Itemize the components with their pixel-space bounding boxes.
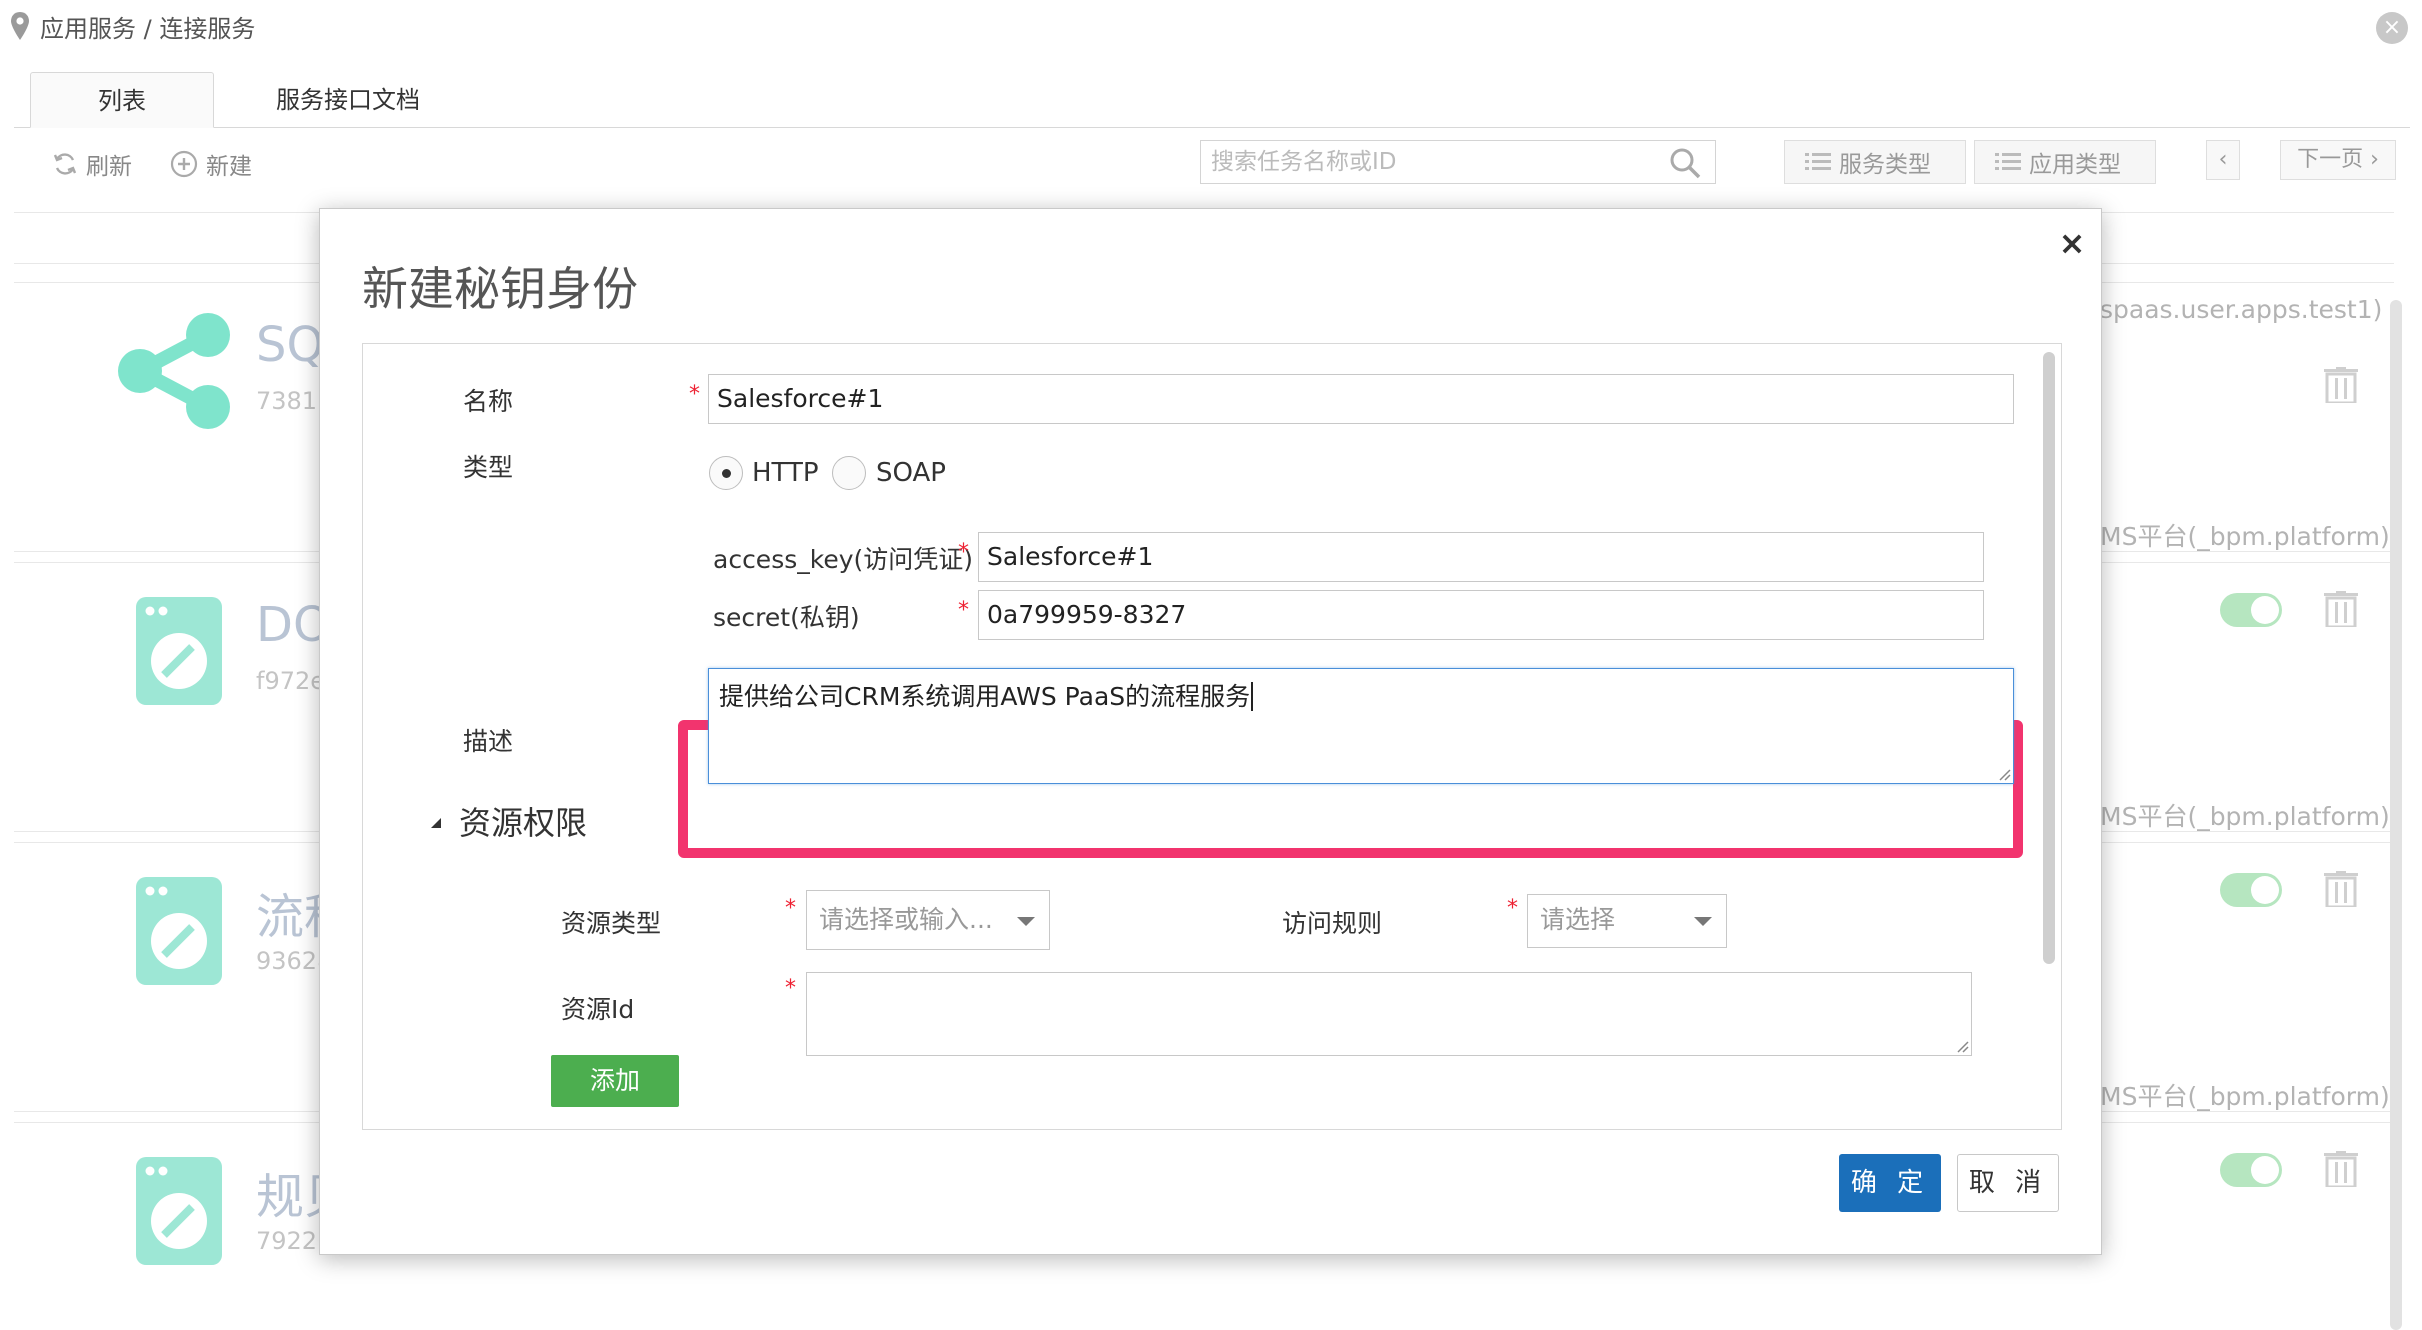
radio-soap-label: SOAP — [876, 458, 946, 488]
resource-type-label: 资源类型 — [561, 909, 662, 938]
pager: ‹ 下一页 › — [2206, 140, 2396, 180]
row-app-name: MS平台(_bpm.platform) — [2100, 1082, 2390, 1111]
required-mark: * — [785, 976, 796, 1001]
add-circle-icon — [170, 150, 198, 178]
new-button[interactable]: 新建 — [170, 146, 252, 182]
enable-toggle[interactable] — [2220, 873, 2282, 907]
prev-page-button[interactable]: ‹ — [2206, 140, 2240, 180]
secret-label: secret(私钥) — [713, 603, 860, 632]
row-app-name: spaas.user.apps.test1) — [2100, 295, 2383, 324]
location-pin-icon — [11, 12, 29, 40]
type-label: 类型 — [463, 453, 514, 482]
secret-input[interactable]: 0a799959-8327 — [978, 590, 1984, 640]
chevron-down-icon — [1694, 917, 1712, 926]
row-id: f972e — [256, 667, 326, 695]
breadcrumb: 应用服务 / 连接服务 — [10, 8, 255, 44]
tab-service-docs[interactable]: 服务接口文档 — [248, 72, 448, 128]
breadcrumb-text: 应用服务 / 连接服务 — [40, 14, 256, 43]
name-input[interactable]: Salesforce#1 — [708, 374, 2014, 424]
description-label: 描述 — [463, 727, 514, 756]
refresh-label: 刷新 — [86, 154, 132, 180]
access-key-input[interactable]: Salesforce#1 — [978, 532, 1984, 582]
dialog-scrollbar[interactable] — [2043, 352, 2055, 964]
refresh-icon — [53, 153, 77, 175]
next-page-label: 下一页 — [2297, 147, 2364, 172]
access-rule-label: 访问规则 — [1282, 909, 1383, 938]
chevron-down-icon — [1017, 917, 1035, 926]
pager-spacer — [2240, 140, 2280, 180]
new-label: 新建 — [206, 154, 252, 180]
resource-type-placeholder: 请选择或输入... — [819, 905, 993, 934]
page-scrollbar[interactable] — [2390, 300, 2402, 1330]
search-input[interactable]: 搜索任务名称或ID — [1200, 140, 1716, 184]
app-type-label: 应用类型 — [2029, 152, 2121, 178]
cancel-button[interactable]: 取 消 — [1957, 1154, 2059, 1212]
search-icon[interactable] — [1668, 146, 1702, 180]
access-rule-placeholder: 请选择 — [1540, 905, 1616, 934]
required-mark: * — [958, 598, 969, 623]
share-icon — [118, 313, 230, 429]
dialog-title: 新建秘钥身份 — [362, 262, 638, 316]
resource-permissions-title: 资源权限 — [459, 804, 588, 842]
resource-id-label: 资源Id — [561, 995, 635, 1024]
list-icon — [1995, 153, 2021, 170]
description-text: 提供给公司CRM系统调用AWS PaaS的流程服务 — [719, 682, 1251, 711]
resource-type-select[interactable]: 请选择或输入... — [806, 890, 1050, 950]
trash-icon[interactable] — [2324, 1151, 2358, 1187]
add-resource-button[interactable]: 添加 — [551, 1055, 679, 1107]
close-icon[interactable]: × — [2054, 225, 2090, 261]
radio-http-label: HTTP — [752, 458, 819, 488]
required-mark: * — [1507, 896, 1518, 921]
row-app-name: MS平台(_bpm.platform) — [2100, 522, 2390, 551]
collapse-triangle-icon[interactable] — [429, 816, 443, 830]
trash-icon[interactable] — [2324, 367, 2358, 403]
app-icon — [136, 1157, 222, 1265]
row-title: SQ — [256, 317, 325, 373]
list-icon — [1805, 153, 1831, 170]
required-mark: * — [689, 382, 700, 407]
tab-bar: 列表 服务接口文档 — [14, 72, 2410, 128]
required-mark: * — [785, 896, 796, 921]
trash-icon[interactable] — [2324, 591, 2358, 627]
resize-handle-icon[interactable] — [1955, 1039, 1969, 1053]
required-mark: * — [958, 540, 969, 565]
trash-icon[interactable] — [2324, 871, 2358, 907]
access-key-label: access_key(访问凭证) — [713, 545, 974, 574]
dialog-form: 名称 * Salesforce#1 类型 HTTP SOAP access_ke… — [362, 343, 2062, 1130]
enable-toggle[interactable] — [2220, 1153, 2282, 1187]
row-app-name: MS平台(_bpm.platform) — [2100, 802, 2390, 831]
confirm-button[interactable]: 确 定 — [1839, 1154, 1941, 1212]
close-page-icon[interactable]: × — [2376, 12, 2408, 44]
resize-handle-icon[interactable] — [1997, 767, 2011, 781]
new-secret-identity-dialog: 新建秘钥身份 × 名称 * Salesforce#1 类型 HTTP SOAP … — [319, 208, 2102, 1255]
resource-id-textarea[interactable] — [806, 972, 1972, 1056]
name-label: 名称 — [463, 387, 514, 416]
refresh-button[interactable]: 刷新 — [52, 146, 132, 182]
radio-http[interactable] — [709, 456, 743, 490]
next-page-button[interactable]: 下一页 › — [2280, 140, 2396, 180]
app-type-filter[interactable]: 应用类型 — [1974, 140, 2156, 184]
service-type-label: 服务类型 — [1839, 152, 1931, 178]
app-icon — [136, 877, 222, 985]
text-cursor — [1251, 682, 1254, 711]
radio-soap[interactable] — [832, 456, 866, 490]
row-id: 7381 — [256, 387, 318, 415]
description-textarea[interactable]: 提供给公司CRM系统调用AWS PaaS的流程服务 — [708, 668, 2014, 784]
app-icon — [136, 597, 222, 705]
enable-toggle[interactable] — [2220, 593, 2282, 627]
tab-list[interactable]: 列表 — [30, 72, 214, 128]
access-rule-select[interactable]: 请选择 — [1527, 894, 1727, 948]
service-type-filter[interactable]: 服务类型 — [1784, 140, 1966, 184]
